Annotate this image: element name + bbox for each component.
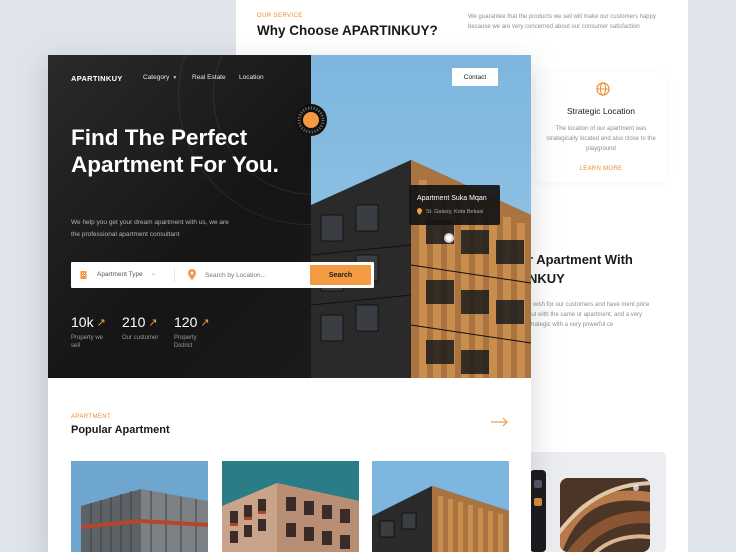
stat-value: 210	[122, 314, 146, 330]
popular-eyebrow: APARTMENT	[71, 414, 112, 420]
apartment-card-image[interactable]	[222, 461, 359, 552]
spiral-building-image	[560, 478, 650, 552]
gallery-preview	[526, 452, 666, 552]
landing-page: APARTINKUY Category ▼ Real Estate Locatio…	[48, 55, 531, 552]
service-eyebrow: OUR SERVICE	[257, 13, 303, 19]
feature-description: The location of our apartment was strate…	[546, 126, 656, 152]
globe-icon	[596, 82, 610, 96]
nav-category[interactable]: Category ▼	[143, 74, 177, 81]
app-icon	[534, 480, 542, 488]
apartment-card-image[interactable]	[372, 461, 509, 552]
phone-mockup	[530, 470, 546, 552]
hero-title: Find The Perfect Apartment For You.	[71, 125, 279, 177]
building-info-card[interactable]: Apartment Suka Mqan St. Galaxy, Kota Bek…	[409, 185, 500, 225]
stat-value: 120	[174, 314, 198, 330]
chevron-down-icon[interactable]: ⌄	[151, 270, 156, 277]
hero-subtitle: We help you get your dream apartment wit…	[71, 219, 229, 238]
about-heading-line2: NKUY	[528, 271, 565, 286]
chevron-down-icon: ▼	[172, 75, 178, 81]
search-bar: Apartment Type ⌄ Search	[71, 262, 374, 288]
app-icon	[534, 498, 542, 506]
location-search-input[interactable]	[205, 268, 305, 282]
learn-more-link[interactable]: LEARN MORE	[536, 166, 666, 172]
arrow-right-icon[interactable]	[491, 417, 509, 427]
search-button[interactable]: Search	[310, 265, 371, 285]
service-description: We guarantee that the products we sell w…	[468, 14, 656, 30]
arrow-up-right-icon: ↗	[200, 316, 210, 329]
building-address: St. Galaxy, Kota Bekasi	[426, 209, 484, 215]
stat-districts: 120 ↗ Property District	[174, 314, 214, 350]
nav-real-estate[interactable]: Real Estate	[192, 74, 226, 81]
stat-label: Our customer	[122, 335, 159, 341]
stat-customers: 210 ↗ Our customer	[122, 314, 162, 342]
feature-title: Strategic Location	[566, 106, 636, 116]
building-name: Apartment Suka Mqan	[417, 195, 487, 202]
contact-button[interactable]: Contact	[452, 68, 498, 86]
feature-card-location: Strategic Location The location of our a…	[536, 72, 666, 182]
location-pin-icon	[417, 208, 422, 215]
about-heading-line1: r Apartment With	[528, 252, 633, 267]
badge-center	[303, 112, 319, 128]
location-pin-icon	[188, 269, 196, 280]
arrow-up-right-icon: ↗	[148, 316, 158, 329]
apartment-type-select[interactable]: Apartment Type	[97, 271, 143, 278]
arrow-up-right-icon: ↗	[96, 316, 106, 329]
stat-value: 10k	[71, 314, 94, 330]
nav-location[interactable]: Location	[239, 74, 264, 81]
service-title: Why Choose APARTINKUY?	[257, 23, 438, 38]
apartment-card-image[interactable]	[71, 461, 208, 552]
popular-title: Popular Apartment	[71, 424, 170, 436]
hero-section: APARTINKUY Category ▼ Real Estate Locatio…	[48, 55, 531, 378]
brand-logo[interactable]: APARTINKUY	[71, 74, 123, 83]
divider	[174, 268, 175, 282]
about-heading: r Apartment With NKUY	[528, 250, 678, 288]
nav-category-label: Category	[143, 74, 170, 81]
stat-label: Property we sell	[71, 335, 104, 349]
building-icon	[80, 271, 87, 279]
about-paragraph: a wish for our customers and have ment p…	[528, 302, 650, 328]
stat-label: Property District	[174, 335, 197, 349]
building-marker[interactable]	[444, 233, 454, 243]
stat-property-sold: 10k ↗ Property we sell	[71, 314, 111, 350]
